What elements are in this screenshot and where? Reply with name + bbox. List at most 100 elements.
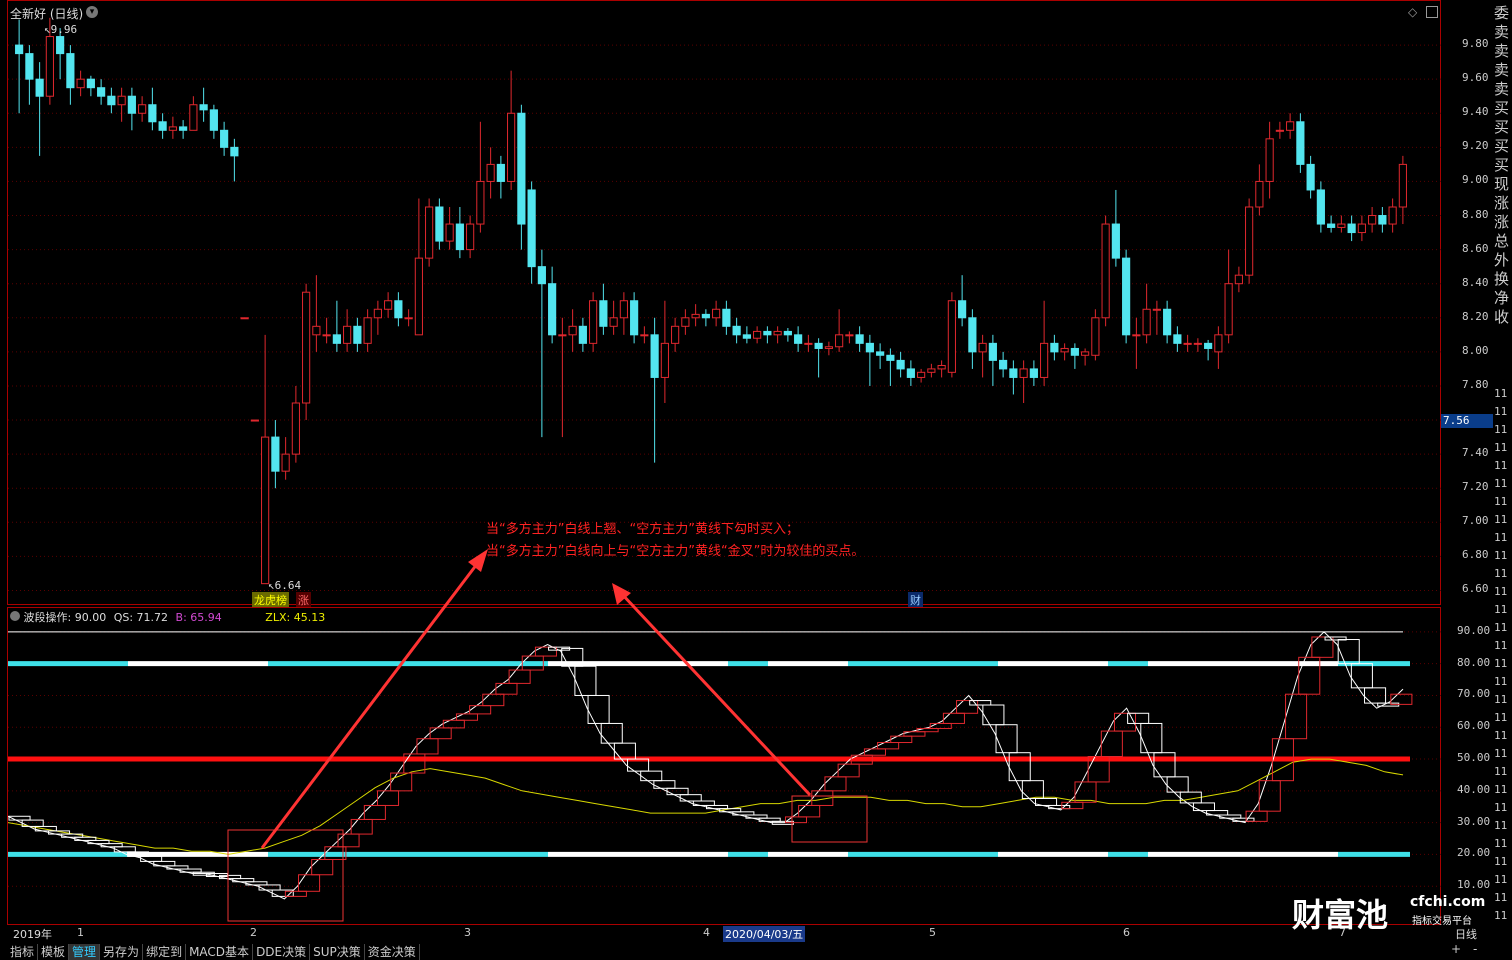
candle-body [353,325,362,344]
current-price-badge: 7.56 [1441,414,1493,428]
candle-body [384,300,393,310]
plus-button[interactable]: + [1451,942,1461,956]
indicator-tick-label: 80.00 [1457,655,1491,669]
minus-button[interactable]: - [1473,942,1477,956]
sidebar-label: 外 [1494,251,1510,269]
tab-dde[interactable]: DDE决策 [253,944,311,960]
tab-template[interactable]: 模板 [38,944,70,960]
sidebar-label: 涨 [1494,194,1510,212]
candle-body [1101,223,1110,319]
candle-body [1378,215,1387,225]
board-marker[interactable]: 龙虎榜 [252,592,289,608]
step-box [495,682,518,695]
watermark-tagline: 指标交易平台 [1412,916,1472,927]
step-box [1127,712,1150,724]
candle-body [168,126,177,131]
tab-manage[interactable]: 管理 [69,944,101,960]
step-box [1100,730,1123,758]
sidebar-tick: 11 [1494,675,1508,688]
candle-body [1296,121,1305,165]
step-box [574,665,597,696]
candle-body [1183,342,1192,345]
candle-body [138,104,147,114]
step-box [824,776,847,792]
candle-body [742,334,751,339]
price-tick-label: 9.80 [1462,37,1489,51]
b-value: B: 65.94 [175,611,222,624]
candlestick-chart [8,17,1442,591]
candle-body [148,104,157,123]
tab-macd[interactable]: MACD基本 [186,944,254,960]
time-axis: 2019年 1 2 3 4 2020/04/03/五 5 6 7 日线 [7,926,1492,942]
indicator-axis: 90.00 80.00 70.00 60.00 50.00 40.00 30.00 20.00… [1441,607,1491,925]
indicator-tick-label: 20.00 [1457,846,1491,860]
candle-body [1091,317,1100,356]
candle-body [1132,334,1141,337]
tab-save-as[interactable]: 另存为 [100,944,144,960]
candle-body [425,206,434,259]
sidebar-tick: 11 [1494,585,1508,598]
sidebar-tick: 11 [1494,441,1508,454]
candle-body [763,330,772,336]
tab-bind[interactable]: 绑定到 [143,944,187,960]
candle-body [486,163,495,182]
step-box [1074,781,1097,803]
step-box [1113,712,1137,732]
year-label: 2019年 [13,928,52,941]
candle-body [906,368,915,378]
sidebar-tick: 11 [1494,873,1508,886]
candle-body [671,325,680,344]
zlx-value: ZLX: 45.13 [265,611,326,624]
candle-body [773,330,782,336]
step-box [679,794,702,802]
month-label: 6 [1123,926,1130,939]
indicator-value: : 90.00 [67,611,107,624]
candle-body [209,109,218,131]
candle-body [1286,121,1295,131]
candle-body [199,104,208,111]
price-tick-label: 8.40 [1462,275,1489,289]
step-box [1285,693,1308,740]
candle-body [158,121,167,131]
candle-body [435,206,444,242]
sidebar-tick: 11 [1494,567,1508,580]
candle-body [1050,342,1059,353]
tab-sup[interactable]: SUP决策 [310,944,365,960]
candle-body [127,95,136,114]
candle-body [1142,308,1151,336]
candle-body [804,342,813,345]
tab-indicator[interactable]: 指标 [7,944,39,960]
candle-body [271,436,280,472]
indicator-panel[interactable] [7,607,1442,925]
price-tick-label: 9.40 [1462,105,1489,119]
candle-body [701,313,710,319]
sidebar-label: 卖 [1494,61,1510,79]
watermark: 财富池 cfchi.com 指标交易平台 [1292,890,1485,934]
candle-body [753,330,762,339]
candle-body [937,365,946,370]
price-tick-label: 6.60 [1462,582,1489,596]
candle-body [1152,308,1161,311]
price-chart-panel[interactable] [7,0,1442,605]
candle-body [1306,163,1315,191]
candle-body [35,78,44,97]
sidebar-label: 涨 [1494,213,1510,231]
sidebar-label: 换 [1494,270,1510,288]
price-tick-label: 7.80 [1462,377,1489,391]
sidebar-tick: 11 [1494,513,1508,526]
candle-body [660,342,669,378]
candle-body [619,300,628,319]
indicator-tick-label: 30.00 [1457,814,1491,828]
step-box [416,738,439,755]
finance-marker[interactable]: 财 [908,592,923,608]
step-box [284,890,307,897]
price-tick-label: 8.00 [1462,343,1489,357]
tab-fund[interactable]: 资金决策 [365,944,420,960]
candle-body [886,354,895,361]
rise-marker[interactable]: 涨 [296,592,311,608]
toggle-icon[interactable] [10,611,20,621]
step-box [1153,752,1176,778]
candle-body [179,126,188,131]
candle-body [578,325,587,344]
candle-body [76,78,85,89]
